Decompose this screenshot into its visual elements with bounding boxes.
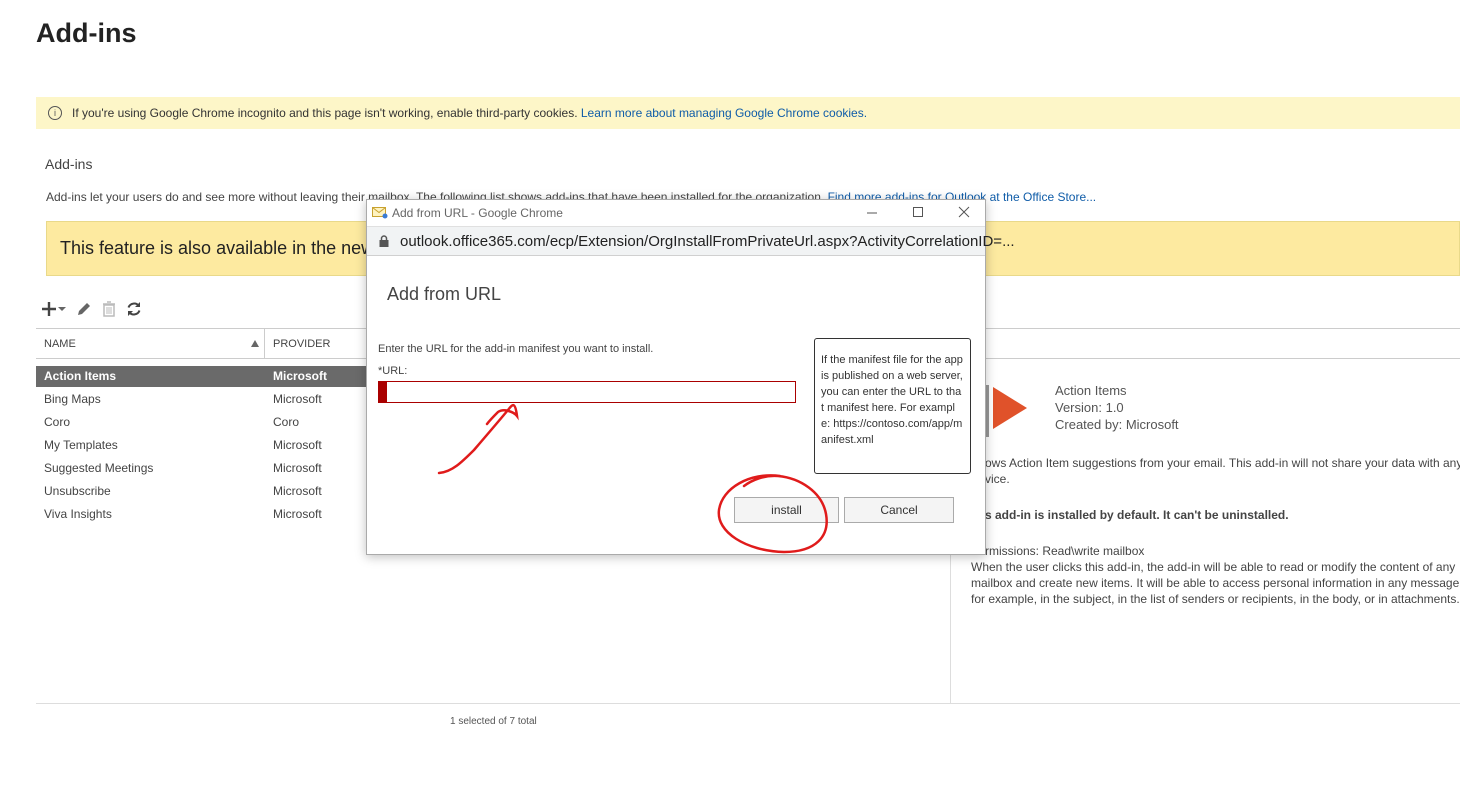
add-from-url-window: Add from URL - Google Chrome outlook.off… <box>366 199 1015 555</box>
selection-count: 1 selected of 7 total <box>450 716 537 727</box>
details-panel: Action Items Version: 1.0 Created by: Mi… <box>1055 382 1179 433</box>
section-title: Add-ins <box>45 156 93 172</box>
maximize-icon[interactable] <box>912 206 924 218</box>
url-help-tooltip: If the manifest file for the app is publ… <box>814 338 971 474</box>
url-instruction: Enter the URL for the add-in manifest yo… <box>378 343 654 355</box>
details-created-by: Created by: Microsoft <box>1055 417 1179 432</box>
toolbar <box>40 298 142 320</box>
pencil-icon[interactable] <box>76 301 92 317</box>
column-divider <box>264 329 265 358</box>
details-permission-text-2: mailbox and create new items. It will be… <box>971 576 1460 590</box>
lock-icon <box>379 235 389 247</box>
details-description: ows Action Item suggestions from your em… <box>985 456 1460 470</box>
row-provider: Microsoft <box>273 369 327 383</box>
add-button[interactable] <box>40 300 66 318</box>
row-provider: Coro <box>273 415 300 429</box>
row-provider: Microsoft <box>273 392 322 406</box>
details-description-cont: vice. <box>985 472 1010 486</box>
window-title: Add from URL - Google Chrome <box>392 206 563 220</box>
install-button[interactable]: install <box>734 497 839 523</box>
details-default-note: s add-in is installed by default. It can… <box>985 508 1289 522</box>
row-provider: Microsoft <box>273 461 322 475</box>
sort-ascending-icon[interactable] <box>251 340 259 347</box>
row-name: Coro <box>44 415 71 429</box>
details-permission-text-1: When the user clicks this add-in, the ad… <box>971 560 1456 574</box>
feature-banner-text: This feature is also available in the ne… <box>60 238 375 258</box>
row-provider: Microsoft <box>273 507 322 521</box>
column-header-provider[interactable]: PROVIDER <box>273 338 330 350</box>
row-name: Viva Insights <box>44 507 112 521</box>
plus-icon <box>42 302 56 316</box>
details-permission-text-3: for example, in the subject, in the list… <box>971 592 1460 606</box>
column-header-name[interactable]: NAME <box>44 338 76 350</box>
cookie-banner-link[interactable]: Learn more about managing Google Chrome … <box>581 106 867 120</box>
page-title: Add-ins <box>36 18 137 48</box>
cancel-button[interactable]: Cancel <box>844 497 954 523</box>
chevron-down-icon <box>58 307 66 311</box>
mail-icon <box>372 207 388 219</box>
window-titlebar[interactable]: Add from URL - Google Chrome <box>367 200 985 226</box>
refresh-icon[interactable] <box>126 301 142 317</box>
row-name: My Templates <box>44 438 118 452</box>
details-version: Version: 1.0 <box>1055 400 1124 415</box>
row-name: Bing Maps <box>44 392 101 406</box>
close-icon[interactable] <box>958 206 970 218</box>
row-name: Suggested Meetings <box>44 461 154 475</box>
row-provider: Microsoft <box>273 484 322 498</box>
details-permissions: rmissions: Read\write mailbox <box>985 544 1145 558</box>
address-bar[interactable]: outlook.office365.com/ecp/Extension/OrgI… <box>367 226 1015 256</box>
row-name: Unsubscribe <box>44 484 111 498</box>
url-input[interactable] <box>378 381 796 403</box>
cookie-banner: i If you're using Google Chrome incognit… <box>36 97 1460 129</box>
details-name: Action Items <box>1055 383 1127 398</box>
addin-logo-icon <box>985 385 1027 437</box>
cookie-banner-text: If you're using Google Chrome incognito … <box>72 106 578 120</box>
address-url: outlook.office365.com/ecp/Extension/OrgI… <box>400 233 1015 250</box>
footer-divider <box>36 703 1460 704</box>
minimize-icon[interactable] <box>866 207 878 219</box>
row-provider: Microsoft <box>273 438 322 452</box>
dialog-title: Add from URL <box>387 284 502 304</box>
info-icon: i <box>48 106 62 120</box>
url-label: *URL: <box>378 365 408 377</box>
row-name: Action Items <box>44 369 117 383</box>
trash-icon[interactable] <box>102 301 116 317</box>
